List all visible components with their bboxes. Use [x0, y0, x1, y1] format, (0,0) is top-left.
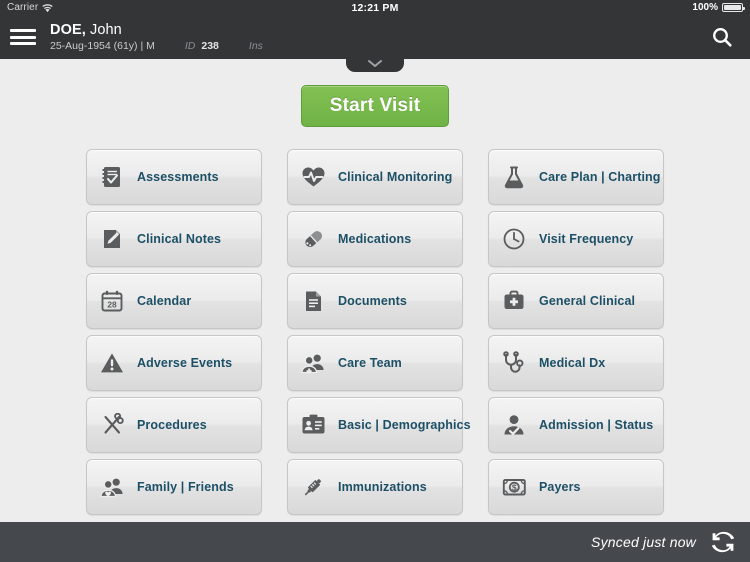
tile-general-clinical[interactable]: General Clinical	[488, 273, 664, 329]
pill-capsule-icon	[300, 226, 326, 252]
patient-name: DOE, John	[50, 22, 263, 39]
tile-label: Medical Dx	[539, 356, 606, 370]
patient-insurance-label: Ins	[248, 40, 263, 53]
battery-full-icon	[722, 3, 745, 12]
warning-triangle-icon	[99, 350, 125, 376]
tile-adverse-events[interactable]: Adverse Events	[86, 335, 262, 391]
note-pencil-icon	[99, 226, 125, 252]
tile-label: Documents	[338, 294, 407, 308]
calendar-28-icon: 28	[99, 288, 125, 314]
hamburger-menu-icon[interactable]	[10, 27, 36, 47]
tile-label: Clinical Notes	[137, 232, 222, 246]
status-bar-right: 100%	[692, 2, 745, 13]
tile-label: Visit Frequency	[539, 232, 634, 246]
tile-label: Calendar	[137, 294, 192, 308]
sync-refresh-icon[interactable]	[710, 529, 736, 555]
tile-label: Care Team	[338, 356, 402, 370]
tile-clinical-monitoring[interactable]: Clinical Monitoring	[287, 149, 463, 205]
tile-label: Assessments	[137, 170, 219, 184]
flask-icon	[501, 164, 527, 190]
tile-label: Basic | Demographics	[338, 418, 471, 432]
search-icon[interactable]	[708, 23, 736, 51]
tile-visit-frequency[interactable]: Visit Frequency	[488, 211, 664, 267]
tile-label: Adverse Events	[137, 356, 233, 370]
tile-payers[interactable]: $ Payers	[488, 459, 664, 515]
tile-medical-dx[interactable]: Medical Dx	[488, 335, 664, 391]
tile-label: Immunizations	[338, 480, 427, 494]
tile-admission-status[interactable]: Admission | Status	[488, 397, 664, 453]
clipboard-check-icon	[99, 164, 125, 190]
tile-label: Admission | Status	[539, 418, 654, 432]
tile-care-plan-charting[interactable]: Care Plan | Charting	[488, 149, 664, 205]
heart-pulse-icon	[300, 164, 326, 190]
id-card-icon	[300, 412, 326, 438]
tile-documents[interactable]: Documents	[287, 273, 463, 329]
medical-bag-icon	[501, 288, 527, 314]
scissors-icon	[99, 412, 125, 438]
tile-calendar[interactable]: 28 Calendar	[86, 273, 262, 329]
battery-percent-label: 100%	[692, 2, 718, 13]
tile-basic-demographics[interactable]: Basic | Demographics	[287, 397, 471, 453]
patient-id-value: 238	[201, 40, 219, 53]
clock-icon	[501, 226, 527, 252]
people-heart-icon	[99, 474, 125, 500]
document-lines-icon	[300, 288, 326, 314]
start-visit-button[interactable]: Start Visit	[300, 85, 450, 127]
svg-text:$: $	[511, 482, 516, 492]
chevron-down-icon[interactable]	[346, 58, 404, 72]
status-footer: Synced just now	[0, 522, 750, 562]
tile-family-friends[interactable]: Family | Friends	[86, 459, 262, 515]
sync-status-label: Synced just now	[591, 534, 696, 550]
patient-family-name: DOE,	[50, 21, 86, 38]
patient-meta: 25-Aug-1954 (61y) | M ID 238 Ins	[50, 40, 263, 52]
money-dollar-icon: $	[501, 474, 527, 500]
stethoscope-icon	[501, 350, 527, 376]
tile-care-team[interactable]: Care Team	[287, 335, 463, 391]
patient-given-name: John	[85, 21, 122, 38]
tile-label: Procedures	[137, 418, 207, 432]
patient-id-label: ID	[184, 40, 196, 53]
tile-label: Clinical Monitoring	[338, 170, 453, 184]
patient-header: DOE, John 25-Aug-1954 (61y) | M ID 238 I…	[0, 15, 750, 72]
syringe-icon	[300, 474, 326, 500]
module-grid: Assessments Clinical Monitoring Care Pla…	[0, 127, 750, 515]
clock-label: 12:21 PM	[351, 1, 399, 14]
tile-procedures[interactable]: Procedures	[86, 397, 262, 453]
tile-label: Family | Friends	[137, 480, 234, 494]
main-content: Start Visit Assessments Clinical Monitor…	[0, 59, 750, 522]
tile-label: General Clinical	[539, 294, 636, 308]
people-plus-icon	[300, 350, 326, 376]
patient-summary[interactable]: DOE, John 25-Aug-1954 (61y) | M ID 238 I…	[50, 22, 263, 53]
tile-label: Payers	[539, 480, 581, 494]
tile-assessments[interactable]: Assessments	[86, 149, 262, 205]
ios-status-bar: Carrier 12:21 PM 100%	[0, 0, 750, 15]
person-check-icon	[501, 412, 527, 438]
tile-label: Medications	[338, 232, 412, 246]
patient-dob-sex: 25-Aug-1954 (61y) | M	[50, 40, 155, 53]
tile-immunizations[interactable]: Immunizations	[287, 459, 463, 515]
tile-label: Care Plan | Charting	[539, 170, 661, 184]
calendar-day-number: 28	[107, 299, 117, 309]
tile-medications[interactable]: Medications	[287, 211, 463, 267]
app-window: Carrier 12:21 PM 100% DOE, John 25-Aug-1…	[0, 0, 750, 562]
tile-clinical-notes[interactable]: Clinical Notes	[86, 211, 262, 267]
